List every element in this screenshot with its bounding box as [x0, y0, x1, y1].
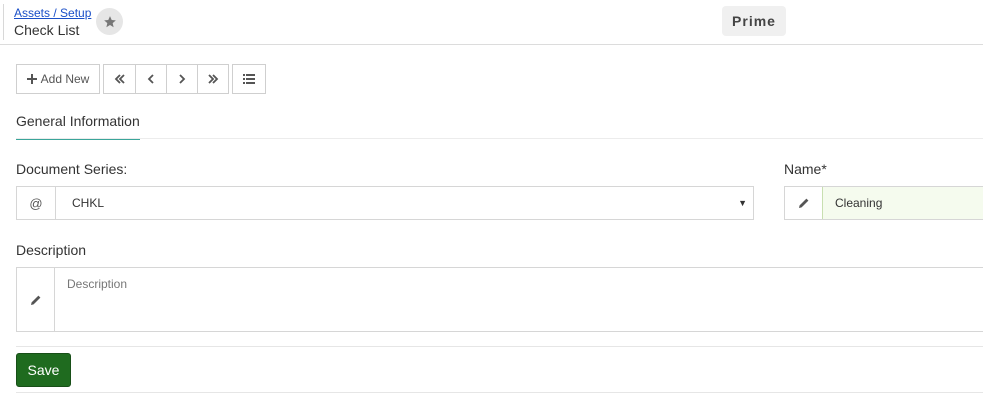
add-new-label: Add New: [40, 72, 90, 86]
prime-badge: Prime: [722, 6, 786, 36]
tab-general-information[interactable]: General Information: [16, 113, 140, 140]
top-bar: Assets / Setup Check List Prime: [0, 0, 983, 45]
name-addon: [785, 187, 822, 219]
list-view-button[interactable]: [232, 64, 266, 94]
chevron-down-icon: ▼: [738, 198, 747, 208]
breadcrumb[interactable]: Assets / Setup: [14, 6, 91, 20]
save-button[interactable]: Save: [16, 353, 71, 387]
description-label: Description: [16, 242, 87, 258]
document-series-value[interactable]: CHKL ▼: [56, 187, 753, 219]
next-icon: [179, 74, 186, 84]
last-icon: [208, 74, 219, 84]
page-title: Check List: [14, 22, 80, 38]
at-addon: @: [17, 187, 56, 219]
divider: [16, 392, 983, 393]
plus-icon: [26, 74, 37, 84]
document-series-selected: CHKL: [72, 196, 105, 210]
add-new-button[interactable]: Add New: [16, 64, 100, 94]
pencil-icon: [798, 198, 808, 208]
tab-divider: [16, 138, 983, 139]
description-addon: [17, 268, 55, 331]
document-series-label: Document Series:: [16, 161, 128, 177]
description-field[interactable]: Description: [16, 267, 983, 332]
name-field[interactable]: Cleaning: [784, 186, 983, 220]
star-icon: [103, 15, 116, 27]
previous-record-button[interactable]: [136, 64, 167, 94]
first-record-button[interactable]: [103, 64, 136, 94]
favorite-button[interactable]: [96, 8, 123, 35]
record-toolbar: Add New: [16, 64, 266, 94]
pencil-icon: [30, 295, 40, 305]
description-textarea[interactable]: Description: [55, 268, 983, 331]
previous-icon: [147, 74, 154, 84]
name-input[interactable]: Cleaning: [822, 187, 983, 219]
document-series-select[interactable]: @ CHKL ▼: [16, 186, 754, 220]
record-navigation: [103, 64, 229, 94]
name-label: Name*: [784, 161, 827, 177]
last-record-button[interactable]: [198, 64, 229, 94]
list-icon: [243, 74, 255, 84]
divider: [16, 346, 983, 347]
divider: [3, 4, 4, 40]
first-icon: [114, 74, 125, 84]
next-record-button[interactable]: [167, 64, 198, 94]
